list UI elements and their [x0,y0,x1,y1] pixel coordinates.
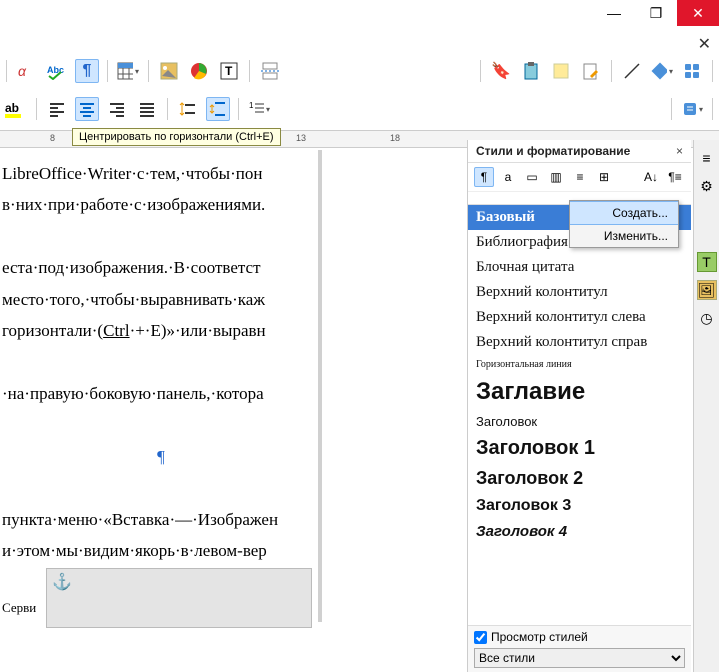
style-item[interactable]: Заголовок 4 [468,519,691,544]
grid-tool-icon[interactable] [680,59,704,83]
image-insert-icon[interactable] [157,59,181,83]
toolbar-separator [36,98,37,120]
align-right-icon[interactable] [105,97,129,121]
toolbar-separator [249,60,250,82]
style-item[interactable]: Заголовок 1 [468,433,691,464]
list-styles-icon[interactable]: ≡ [570,167,590,187]
frame-styles-icon[interactable]: ▭ [522,167,542,187]
context-menu-item[interactable]: Изменить... [570,225,678,247]
svg-text:Abc: Abc [47,65,64,75]
dec-spacing-icon[interactable] [206,97,230,121]
align-justify-icon[interactable] [135,97,159,121]
bookmark-icon[interactable]: 🔖 [489,59,513,83]
sidebar-navigator-icon[interactable]: ◷ [697,308,717,328]
style-list[interactable]: БазовыйБиблиографияБлочная цитатаВерхний… [468,204,691,622]
svg-text:α: α [18,63,27,79]
panel-title-label: Стили и форматирование [476,144,630,158]
table-insert-icon[interactable] [116,59,140,83]
doc-line: и·этом·мы·видим·якорь·в·левом-вер [2,535,320,566]
toolbar-separator [107,60,108,82]
tooltip: Центрировать по горизонтали (Ctrl+E) [72,128,281,146]
shape-tool-icon[interactable] [650,59,674,83]
paragraph-settings-icon[interactable] [680,97,704,121]
document-area[interactable]: LibreOffice·Writer·с·тем,·чтобы·пон в·ни… [0,150,322,622]
ruler-mark: 8 [50,133,55,143]
align-left-icon[interactable] [45,97,69,121]
context-menu-item[interactable]: Создать... [570,201,678,225]
table-styles-icon[interactable]: ⊞ [594,167,614,187]
character-styles-icon[interactable]: a [498,167,518,187]
doc-line: LibreOffice·Writer·с·тем,·чтобы·пон [2,158,320,189]
preview-styles-input[interactable] [474,631,487,644]
style-item[interactable]: Заголовок [468,410,691,433]
doc-fragment-label: Серви [2,600,36,616]
window-minimize-button[interactable]: — [593,0,635,26]
sidebar-settings-icon[interactable]: ⚙ [697,176,717,196]
style-item[interactable]: Блочная цитата [468,255,691,280]
toolbar-separator [238,98,239,120]
paragraph-styles-icon[interactable]: ¶ [474,167,494,187]
sidebar-tab-bar: ≡ ⚙ T 🖼 ◷ [693,140,719,672]
window-maximize-button[interactable]: ❐ [635,0,677,26]
page-styles-icon[interactable]: ▥ [546,167,566,187]
edit-doc-icon[interactable] [579,59,603,83]
inc-spacing-icon[interactable] [176,97,200,121]
autocorrect-icon[interactable]: α [15,59,39,83]
style-item[interactable]: Заглавие [468,374,691,410]
textbox-insert-icon[interactable]: T [217,59,241,83]
style-item[interactable]: Верхний колонтитул слева [468,305,691,330]
ruler-mark: 18 [390,133,400,143]
page-margin-area [322,150,460,672]
toolbar-separator [712,98,713,120]
style-item[interactable]: Заголовок 2 [468,464,691,493]
doc-line: место·того,·чтобы·выравнивать·каж [2,284,320,315]
doc-line: ·на·правую·боковую·панель,·котора [2,378,320,409]
line-tool-icon[interactable] [620,59,644,83]
note-icon[interactable] [549,59,573,83]
doc-line: пункта·меню·«Вставка·—·Изображен [2,504,320,535]
formatting-marks-icon[interactable]: ¶ [75,59,99,83]
doc-line: еста·под·изображения.·В·соответст [2,252,320,283]
sidebar-gallery-icon[interactable]: 🖼 [697,280,717,300]
fill-format-icon[interactable]: A↓ [641,167,661,187]
toolbar-separator [671,98,672,120]
document-close-button[interactable]: ✕ [698,34,711,54]
page-break-icon[interactable] [258,59,282,83]
svg-text:ab: ab [5,101,19,115]
preview-styles-checkbox[interactable]: Просмотр стилей [474,630,685,644]
paragraph-mark-icon: ¶ [2,441,320,472]
style-item[interactable]: Горизонтальная линия [468,355,691,374]
window-close-button[interactable]: ✕ [677,0,719,26]
sidebar-styles-icon[interactable]: T [697,252,717,272]
sidebar-properties-icon[interactable]: ≡ [697,148,717,168]
context-menu: Создать...Изменить... [569,200,679,248]
clipboard-icon[interactable] [519,59,543,83]
preview-styles-label: Просмотр стилей [491,630,588,644]
style-item[interactable]: Верхний колонтитул [468,280,691,305]
ruler-mark: 13 [296,133,306,143]
image-placeholder[interactable] [46,568,312,628]
line-spacing-icon[interactable]: 1 [247,97,271,121]
svg-text:1: 1 [249,101,254,110]
highlight-color-icon[interactable]: ab [4,97,28,121]
toolbar-separator [167,98,168,120]
chart-insert-icon[interactable] [187,59,211,83]
spellcheck-icon[interactable]: Abc [45,59,69,83]
style-filter-select[interactable]: Все стили [474,648,685,668]
anchor-icon[interactable]: ⚓ [52,572,72,592]
doc-line: в·них·при·работе·с·изображениями. [2,189,320,220]
svg-text:T: T [225,64,233,78]
toolbar-separator [148,60,149,82]
doc-line: горизонтали·(Ctrl·+·E)»·или·выравн [2,315,320,346]
style-item[interactable]: Верхний колонтитул справ [468,330,691,355]
panel-close-button[interactable]: × [676,144,683,158]
align-center-icon[interactable] [75,97,99,121]
toolbar-separator [611,60,612,82]
style-item[interactable]: Заголовок 3 [468,493,691,519]
toolbar-separator [712,60,713,82]
toolbar-separator [480,60,481,82]
toolbar-separator [6,60,7,82]
new-style-icon[interactable]: ¶≡ [665,167,685,187]
